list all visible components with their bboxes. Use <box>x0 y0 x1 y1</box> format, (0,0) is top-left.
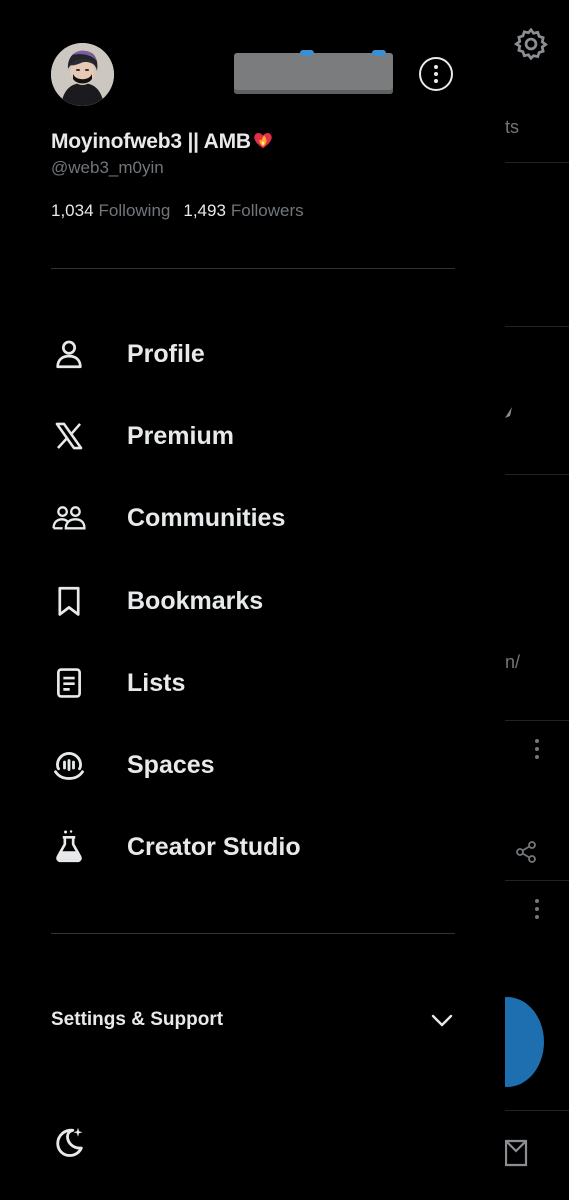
settings-and-support-toggle[interactable]: Settings & Support <box>51 1004 455 1036</box>
menu-item-label: Communities <box>127 503 286 532</box>
following-label: Following <box>98 201 171 220</box>
more-vertical-icon[interactable] <box>533 737 541 761</box>
gear-icon[interactable] <box>513 26 549 62</box>
menu-item-premium[interactable]: Premium <box>51 408 471 464</box>
menu-item-spaces[interactable]: Spaces <box>51 737 471 793</box>
navigation-drawer: Moyinofweb3 || AMB @web3_m0yin 1,034 Foll… <box>0 0 505 1200</box>
menu-item-label: Spaces <box>127 750 215 779</box>
followers-link[interactable]: 1,493 Followers <box>183 201 316 220</box>
avatar[interactable] <box>51 43 114 106</box>
heart-on-fire-icon <box>254 132 272 149</box>
divider <box>51 268 455 269</box>
menu-item-bookmarks[interactable]: Bookmarks <box>51 573 471 629</box>
menu-item-label: Bookmarks <box>127 586 264 615</box>
profile-display-name[interactable]: Moyinofweb3 || AMB <box>51 129 274 154</box>
menu-item-creator-studio[interactable]: Creator Studio <box>51 819 471 875</box>
more-vertical-icon[interactable] <box>533 897 541 921</box>
followers-label: Followers <box>230 201 304 220</box>
spaces-icon <box>51 747 87 783</box>
menu-item-label: Profile <box>127 339 205 368</box>
settings-and-support-label: Settings & Support <box>51 1009 224 1030</box>
person-icon <box>51 336 87 372</box>
more-options-icon[interactable] <box>419 57 453 91</box>
dark-mode-moon-icon[interactable] <box>51 1124 87 1160</box>
profile-handle: @web3_m0yin <box>51 158 164 177</box>
avatar-image <box>51 43 114 106</box>
following-count: 1,034 <box>51 201 94 220</box>
chevron-down-icon <box>431 1014 453 1027</box>
menu-item-communities[interactable]: Communities <box>51 490 471 546</box>
background-text-fragment: n/ <box>505 652 521 672</box>
follow-stats: 1,034 Following 1,493 Followers <box>51 201 317 221</box>
menu-item-label: Creator Studio <box>127 832 301 861</box>
x-logo-icon <box>51 418 87 454</box>
divider <box>51 933 455 934</box>
lists-icon <box>51 665 87 701</box>
share-icon[interactable] <box>514 840 538 864</box>
followers-count: 1,493 <box>183 201 226 220</box>
menu-item-profile[interactable]: Profile <box>51 326 471 382</box>
mail-icon[interactable] <box>502 1138 530 1168</box>
bookmark-icon <box>51 583 87 619</box>
creator-studio-icon <box>51 829 87 865</box>
menu-item-label: Lists <box>127 668 186 697</box>
redacted-account-switcher[interactable] <box>234 50 393 94</box>
display-name-text: Moyinofweb3 || AMB <box>51 130 251 153</box>
communities-icon <box>51 500 87 536</box>
menu-item-lists[interactable]: Lists <box>51 655 471 711</box>
menu-item-label: Premium <box>127 421 234 450</box>
background-tab-fragment: ts <box>505 117 520 137</box>
following-link[interactable]: 1,034 Following <box>51 201 183 220</box>
